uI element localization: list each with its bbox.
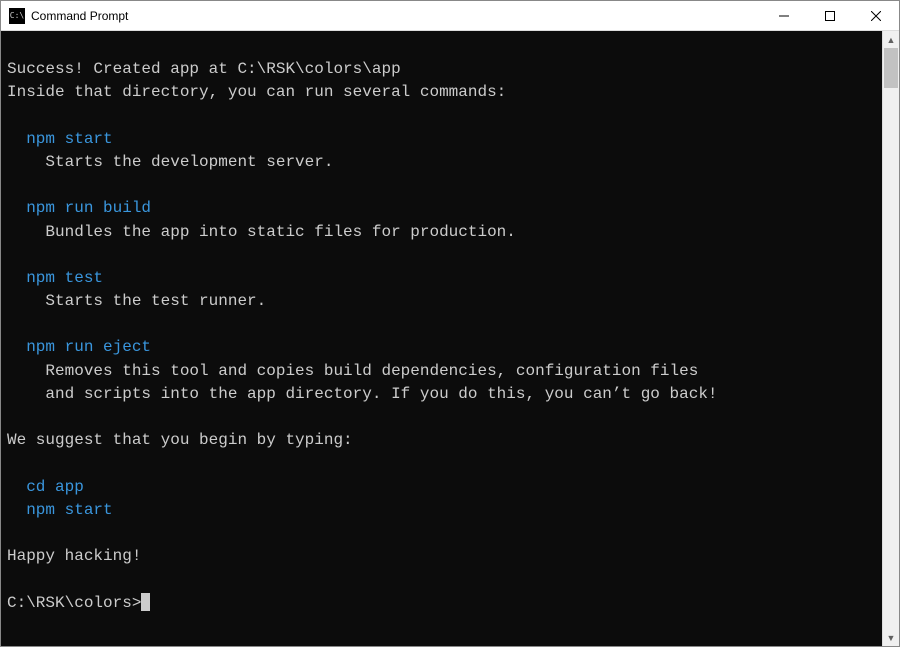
maximize-button[interactable] xyxy=(807,1,853,30)
scroll-up-arrow-icon[interactable]: ▲ xyxy=(883,31,899,48)
cursor-icon xyxy=(141,593,150,611)
scrollbar-thumb[interactable] xyxy=(884,48,898,88)
vertical-scrollbar[interactable]: ▲ ▼ xyxy=(882,31,899,646)
cmd-desc: Starts the test runner. xyxy=(7,290,876,313)
blank-line xyxy=(7,522,876,545)
happy-line: Happy hacking! xyxy=(7,545,876,568)
blank-line xyxy=(7,35,876,58)
cmd-desc: Starts the development server. xyxy=(7,151,876,174)
cmd-block: npm start xyxy=(7,128,876,151)
prompt-line: C:\RSK\colors> xyxy=(7,592,876,615)
minimize-button[interactable] xyxy=(761,1,807,30)
cmd-name: npm start xyxy=(7,128,113,151)
cmd-desc: Bundles the app into static files for pr… xyxy=(7,221,876,244)
suggest-line: We suggest that you begin by typing: xyxy=(7,429,876,452)
blank-line xyxy=(7,568,876,591)
terminal-output[interactable]: Success! Created app at C:\RSK\colors\ap… xyxy=(1,31,882,646)
blank-line xyxy=(7,452,876,475)
window-title: Command Prompt xyxy=(31,9,761,23)
window-controls xyxy=(761,1,899,30)
cmd-name: npm test xyxy=(7,267,103,290)
cmd-block: npm run eject xyxy=(7,336,876,359)
cmd-name: npm run eject xyxy=(7,336,151,359)
blank-line xyxy=(7,244,876,267)
suggest-cmd: cd app xyxy=(7,476,876,499)
cmd-icon: C:\ xyxy=(9,8,25,24)
blank-line xyxy=(7,174,876,197)
close-button[interactable] xyxy=(853,1,899,30)
titlebar: C:\ Command Prompt xyxy=(1,1,899,31)
cmd-desc: and scripts into the app directory. If y… xyxy=(7,383,876,406)
cmd-block: npm test xyxy=(7,267,876,290)
blank-line xyxy=(7,313,876,336)
blank-line xyxy=(7,105,876,128)
inside-line: Inside that directory, you can run sever… xyxy=(7,81,876,104)
suggest-cmd: npm start xyxy=(7,499,876,522)
blank-line xyxy=(7,406,876,429)
scroll-down-arrow-icon[interactable]: ▼ xyxy=(883,629,899,646)
cmd-desc: Removes this tool and copies build depen… xyxy=(7,360,876,383)
success-line: Success! Created app at C:\RSK\colors\ap… xyxy=(7,58,876,81)
cmd-name: npm run build xyxy=(7,197,151,220)
cmd-block: npm run build xyxy=(7,197,876,220)
